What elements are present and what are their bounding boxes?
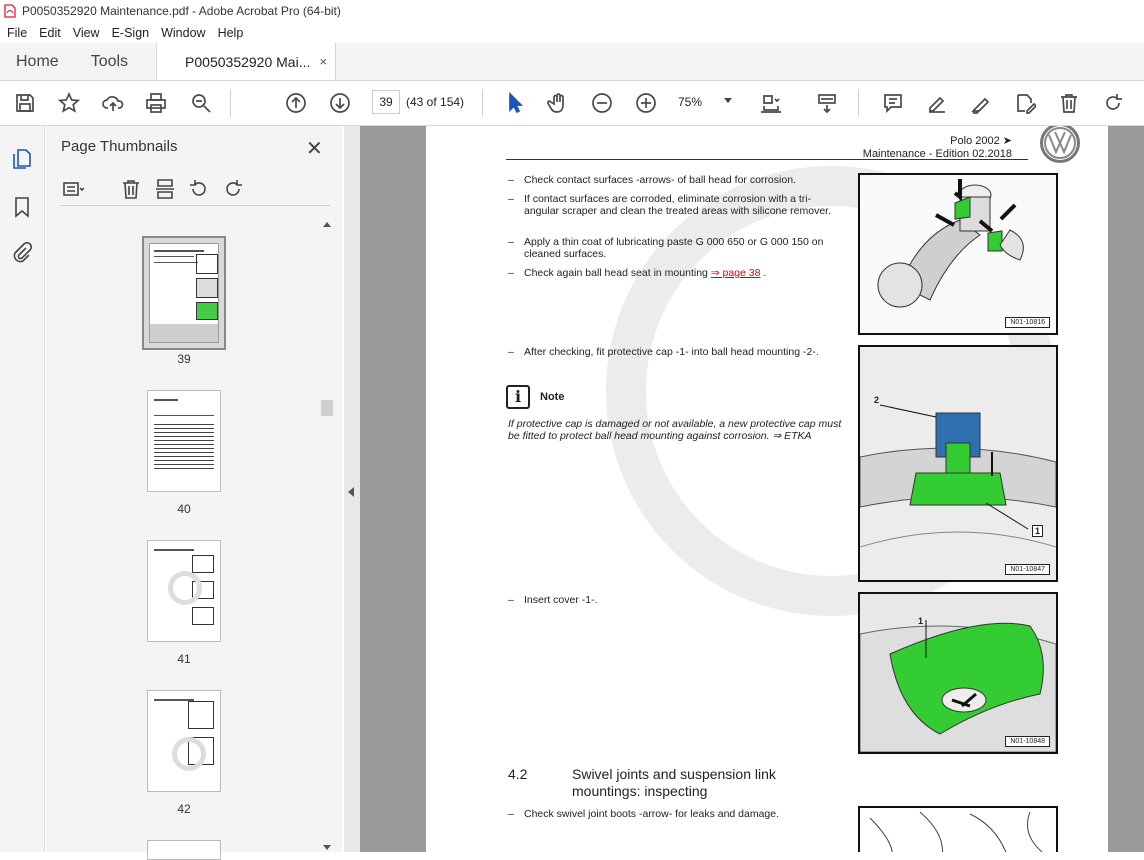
note-label: Note — [540, 391, 565, 403]
collapse-panel-handle[interactable] — [344, 126, 360, 852]
previous-page-icon[interactable] — [283, 90, 309, 116]
upload-cloud-icon[interactable] — [100, 90, 126, 116]
thumbnail-page-42[interactable] — [147, 690, 221, 792]
menu-bar: File Edit View E-Sign Window Help — [0, 22, 1144, 43]
callout-2: 2 — [874, 395, 880, 405]
section-title: Swivel joints and suspension link mounti… — [572, 766, 776, 799]
info-note-icon: i — [506, 385, 530, 409]
menu-window[interactable]: Window — [154, 26, 210, 40]
thumbnail-options-icon[interactable] — [62, 178, 85, 200]
page-fit-icon[interactable] — [758, 90, 784, 116]
bullet-6: – Insert cover -1-. — [508, 594, 598, 606]
delete-icon[interactable] — [1056, 90, 1082, 116]
attachments-paperclip-icon[interactable] — [11, 241, 33, 264]
bullet-3: – Apply a thin coat of lubricating paste … — [508, 236, 824, 260]
menu-view[interactable]: View — [66, 26, 105, 40]
tab-home[interactable]: Home — [0, 43, 75, 80]
rotate-icon[interactable] — [1100, 90, 1126, 116]
tab-document-label: P0050352920 Mai... — [185, 53, 311, 70]
save-icon[interactable] — [12, 90, 38, 116]
left-navigation-rail — [0, 126, 45, 852]
collapse-arrow-icon[interactable] — [348, 487, 354, 497]
figure-protective-cap: 2 1 N01-10847 — [858, 345, 1058, 582]
menu-esign[interactable]: E-Sign — [105, 26, 155, 40]
thumbnail-label-40: 40 — [177, 502, 191, 516]
window-titlebar: P0050352920 Maintenance.pdf - Adobe Acro… — [0, 0, 1144, 22]
zoom-search-icon[interactable] — [188, 90, 214, 116]
page-thumbnails-icon[interactable] — [11, 148, 33, 170]
zoom-out-icon[interactable] — [589, 90, 615, 116]
bookmark-star-icon[interactable] — [56, 90, 82, 116]
close-panel-icon[interactable]: ✕ — [306, 136, 323, 161]
tab-close-icon[interactable]: × — [319, 54, 327, 69]
edit-pdf-icon[interactable] — [1012, 90, 1038, 116]
zoom-in-icon[interactable] — [633, 90, 659, 116]
tab-document[interactable]: P0050352920 Mai... × — [156, 43, 337, 80]
thumbnails-panel: Page Thumbnails ✕ 39 40 41 42 — [46, 126, 342, 860]
figure-code: N01-10848 — [1005, 736, 1050, 747]
insert-cover-illustration — [860, 620, 1056, 752]
rotate-clockwise-icon[interactable] — [222, 178, 244, 200]
thumbnails-title: Page Thumbnails — [61, 138, 178, 155]
vw-logo — [1040, 126, 1080, 163]
next-page-icon[interactable] — [327, 90, 353, 116]
note-text: If protective cap is damaged or not avai… — [508, 418, 842, 442]
ball-head-illustration — [877, 179, 1024, 308]
zoom-dropdown-icon[interactable] — [724, 98, 732, 103]
figure-ball-head: N01-10816 — [858, 173, 1058, 335]
tab-bar: Home Tools P0050352920 Mai... × — [0, 43, 1144, 81]
section-number: 4.2 — [508, 766, 528, 782]
thumbnails-scrollbar[interactable] — [320, 218, 334, 852]
thumbnail-page-41[interactable] — [147, 540, 221, 642]
protective-cap-illustration — [860, 404, 1056, 548]
figure-insert-cover: 1 N01-10848 — [858, 592, 1058, 754]
print-icon[interactable] — [143, 90, 169, 116]
callout-1: 1 — [1032, 525, 1044, 537]
rotate-counterclockwise-icon[interactable] — [188, 178, 210, 200]
page-38-link[interactable]: ⇒ page 38 — [711, 267, 761, 279]
thumbnail-page-39[interactable] — [142, 236, 226, 350]
comment-icon[interactable] — [880, 90, 906, 116]
tab-tools[interactable]: Tools — [75, 43, 144, 80]
bullet-1: – Check contact surfaces -arrows- of ball… — [508, 174, 796, 186]
thumbnail-label-41: 41 — [177, 652, 191, 666]
hand-tool-icon[interactable] — [545, 90, 571, 116]
highlight-pen-icon[interactable] — [924, 90, 950, 116]
header-model: Polo 2002 ➤ — [950, 135, 1012, 147]
figure-swivel-joint — [858, 806, 1058, 852]
thumbnails-toolbar — [60, 176, 330, 206]
thumbnail-label-39: 39 — [177, 352, 191, 366]
bullet-2: – If contact surfaces are corroded, elimi… — [508, 193, 832, 217]
menu-help[interactable]: Help — [211, 26, 249, 40]
scroll-mode-icon[interactable] — [814, 90, 840, 116]
extract-pages-icon[interactable] — [154, 178, 176, 200]
callout-1: 1 — [918, 616, 924, 626]
figure-code: N01-10847 — [1005, 564, 1050, 575]
menu-edit[interactable]: Edit — [32, 26, 66, 40]
menu-file[interactable]: File — [0, 26, 32, 40]
swivel-joint-illustration — [869, 811, 1043, 852]
document-viewport[interactable]: Polo 2002 ➤ Maintenance - Edition 02.201… — [360, 126, 1144, 852]
delete-page-icon[interactable] — [120, 178, 142, 200]
bookmarks-icon[interactable] — [11, 196, 33, 218]
header-rule — [506, 159, 1028, 160]
thumbnail-page-43[interactable] — [147, 840, 221, 860]
fill-sign-icon[interactable] — [968, 90, 994, 116]
acrobat-pdf-icon — [4, 4, 16, 18]
bullet-5: – After checking, fit protective cap -1- … — [508, 346, 819, 358]
pdf-page: Polo 2002 ➤ Maintenance - Edition 02.201… — [426, 126, 1108, 852]
zoom-level[interactable]: 75% — [678, 95, 702, 109]
thumbnail-label-42: 42 — [177, 802, 191, 816]
figure-code: N01-10816 — [1005, 317, 1050, 328]
page-count: (43 of 154) — [406, 95, 465, 109]
bullet-4: – Check again ball head seat in mounting… — [508, 267, 767, 279]
page-number-input[interactable]: 39 — [372, 90, 400, 114]
select-cursor-icon[interactable] — [502, 90, 528, 116]
window-title: P0050352920 Maintenance.pdf - Adobe Acro… — [22, 4, 341, 18]
thumbnail-page-40[interactable] — [147, 390, 221, 492]
scrollbar-thumb[interactable] — [321, 400, 333, 416]
bullet-7: – Check swivel joint boots -arrow- for le… — [508, 808, 780, 820]
